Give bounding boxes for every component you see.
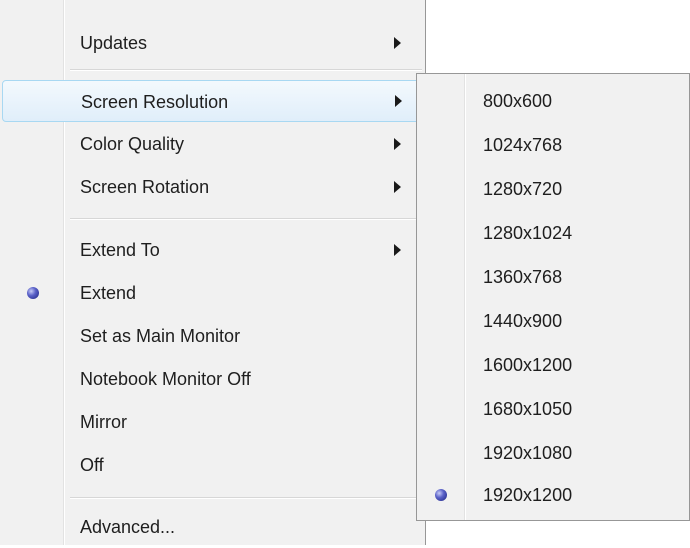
menu-item-label: Extend: [80, 283, 137, 303]
radio-dot-icon: [27, 287, 39, 299]
resolution-option[interactable]: 1280x720: [417, 167, 689, 211]
resolution-label: 1440x900: [483, 311, 563, 331]
resolution-label: 1680x1050: [483, 399, 573, 419]
resolution-label: 1600x1200: [483, 355, 573, 375]
chevron-right-icon: [394, 138, 401, 150]
resolution-label: 1920x1200: [483, 485, 573, 505]
menu-item-label: Screen Rotation: [80, 177, 210, 197]
chevron-right-icon: [394, 37, 401, 49]
resolution-option[interactable]: 1920x1080: [417, 431, 689, 475]
menu-item-label: Updates: [80, 33, 148, 53]
menu-item-label: Extend To: [80, 240, 160, 260]
menu-item-set-as-main-monitor[interactable]: Set as Main Monitor: [0, 315, 420, 357]
resolution-label: 1024x768: [483, 135, 563, 155]
resolution-option[interactable]: 1440x900: [417, 299, 689, 343]
resolution-label: 1280x720: [483, 179, 563, 199]
resolution-option[interactable]: 1600x1200: [417, 343, 689, 387]
resolution-option[interactable]: 1360x768: [417, 255, 689, 299]
chevron-right-icon: [394, 244, 401, 256]
menu-item-mirror[interactable]: Mirror: [0, 401, 420, 443]
menu-item-screen-resolution[interactable]: Screen Resolution: [2, 80, 420, 122]
menu-item-label: Set as Main Monitor: [80, 326, 241, 346]
menu-item-label: Screen Resolution: [81, 92, 229, 112]
chevron-right-icon: [395, 95, 402, 107]
resolution-option[interactable]: 1024x768: [417, 123, 689, 167]
resolution-option[interactable]: 800x600: [417, 79, 689, 123]
radio-dot-icon: [435, 489, 447, 501]
resolution-label: 1280x1024: [483, 223, 573, 243]
menu-item-label: Off: [80, 455, 104, 475]
resolution-label: 800x600: [483, 91, 553, 111]
menu-separator: [70, 218, 422, 220]
menu-item-extend[interactable]: Extend: [0, 272, 420, 314]
menu-separator: [70, 69, 422, 71]
resolution-option-selected[interactable]: 1920x1200: [417, 473, 689, 517]
menu-item-label: Mirror: [80, 412, 127, 432]
context-menu: Updates Screen Resolution Color Quality …: [0, 0, 426, 545]
menu-item-color-quality[interactable]: Color Quality: [0, 123, 420, 165]
menu-item-advanced[interactable]: Advanced...: [0, 506, 420, 548]
resolution-label: 1360x768: [483, 267, 563, 287]
menu-item-label: Advanced...: [80, 517, 176, 537]
menu-item-screen-rotation[interactable]: Screen Rotation: [0, 166, 420, 208]
screen-resolution-submenu: 800x600 1024x768 1280x720 1280x1024 1360…: [416, 73, 690, 521]
menu-item-off[interactable]: Off: [0, 444, 420, 486]
menu-item-extend-to[interactable]: Extend To: [0, 229, 420, 271]
chevron-right-icon: [394, 181, 401, 193]
resolution-option[interactable]: 1280x1024: [417, 211, 689, 255]
menu-item-label: Notebook Monitor Off: [80, 369, 251, 389]
resolution-option[interactable]: 1680x1050: [417, 387, 689, 431]
menu-separator: [70, 497, 422, 499]
resolution-label: 1920x1080: [483, 443, 573, 463]
menu-item-label: Color Quality: [80, 134, 185, 154]
menu-item-updates[interactable]: Updates: [0, 22, 420, 64]
menu-item-notebook-monitor-off[interactable]: Notebook Monitor Off: [0, 358, 420, 400]
